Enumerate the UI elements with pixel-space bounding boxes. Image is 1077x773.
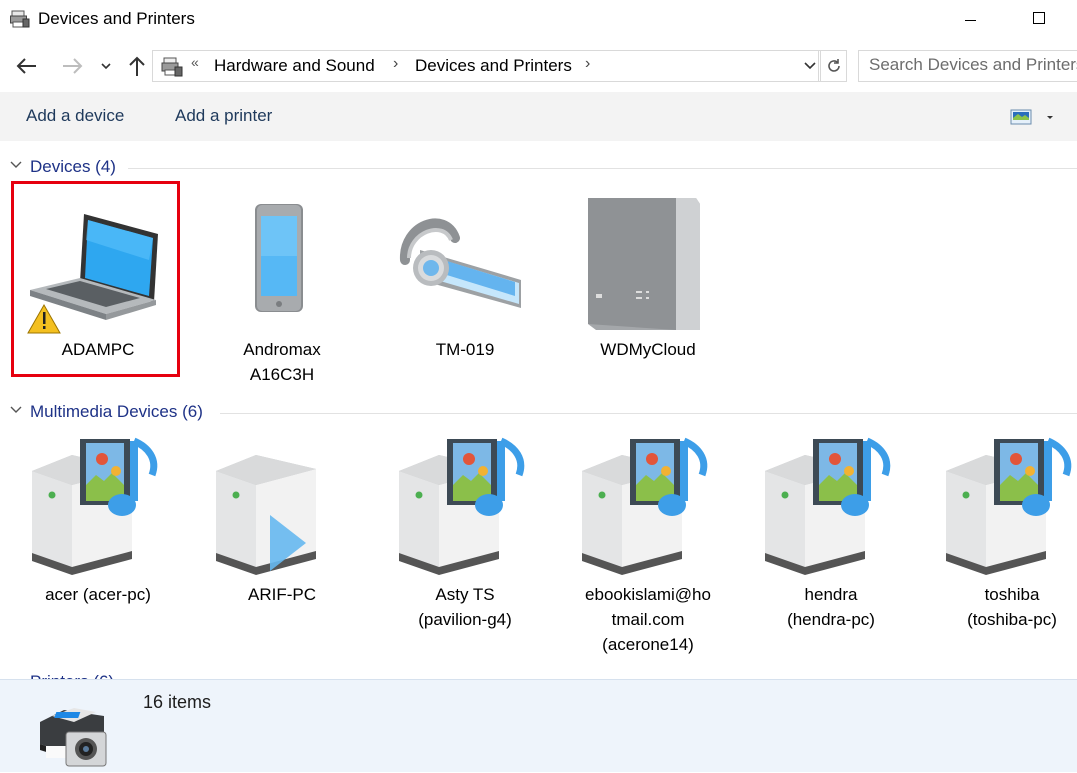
group-divider — [128, 168, 1077, 169]
recent-locations-chevron-icon[interactable] — [92, 50, 120, 82]
maximize-button[interactable] — [1022, 6, 1058, 34]
title-bar: Devices and Printers — [0, 0, 1077, 40]
device-label: WDMyCloud — [600, 340, 696, 359]
breadcrumb-hardware-and-sound[interactable]: Hardware and Sound — [214, 56, 375, 76]
devices-printers-icon — [161, 57, 183, 77]
add-printer-button[interactable]: Add a printer — [175, 106, 272, 126]
add-device-button[interactable]: Add a device — [26, 106, 124, 126]
search-input[interactable] — [859, 51, 1077, 79]
media-server-icon — [741, 435, 921, 585]
breadcrumb-overflow[interactable]: « — [191, 54, 199, 70]
devices-group-header[interactable]: Devices (4) — [8, 157, 1077, 179]
group-label: Devices (4) — [30, 157, 116, 176]
media-device-label: Asty TS (pavilion-g4) — [418, 585, 512, 629]
media-device-label: ARIF-PC — [248, 585, 316, 604]
back-arrow-icon[interactable] — [12, 50, 42, 82]
media-server-icon — [922, 435, 1077, 585]
media-device-label: hendra (hendra-pc) — [787, 585, 875, 629]
nas-drive-icon — [558, 190, 738, 340]
breadcrumb-devices-and-printers[interactable]: Devices and Printers — [415, 56, 572, 76]
printer-camera-icon — [30, 702, 116, 768]
change-view-button[interactable] — [1010, 107, 1060, 129]
view-options-icon — [1010, 109, 1053, 125]
collapse-chevron-icon[interactable] — [10, 403, 22, 417]
address-dropdown-chevron-icon[interactable] — [800, 50, 820, 82]
forward-arrow-icon[interactable] — [57, 50, 87, 82]
group-divider — [220, 413, 1077, 414]
up-arrow-icon[interactable] — [122, 50, 152, 82]
multimedia-group-header[interactable]: Multimedia Devices (6) — [8, 402, 1077, 424]
device-label: Andromax A16C3H — [243, 340, 321, 384]
media-server-icon — [558, 435, 738, 585]
headset-icon — [375, 190, 555, 340]
device-label: TM-019 — [435, 340, 495, 359]
item-count: 16 items — [143, 692, 212, 712]
refresh-icon[interactable] — [820, 50, 847, 82]
address-bar[interactable]: « Hardware and Sound › Devices and Print… — [152, 50, 819, 82]
media-server-icon — [375, 435, 555, 585]
breadcrumb-chevron-icon[interactable]: › — [585, 55, 590, 73]
command-bar: Add a device Add a printer — [0, 92, 1077, 141]
search-box[interactable] — [858, 50, 1077, 82]
details-pane: 16 items — [0, 679, 1077, 772]
phone-icon — [192, 190, 372, 340]
media-server-icon — [8, 435, 188, 585]
media-device-label: acer (acer-pc) — [45, 585, 151, 604]
minimize-button[interactable] — [952, 6, 988, 34]
breadcrumb-chevron-icon[interactable]: › — [393, 55, 398, 73]
media-device-label: ebookislami@ho tmail.com (acerone14) — [585, 585, 711, 654]
collapse-chevron-icon[interactable] — [10, 158, 22, 172]
media-player-server-icon — [192, 435, 372, 585]
device-label: ADAMPC — [61, 340, 135, 359]
group-label: Multimedia Devices (6) — [30, 402, 203, 421]
media-device-label: toshiba (toshiba-pc) — [967, 585, 1057, 629]
devices-printers-icon — [10, 10, 30, 28]
laptop-warning-icon — [8, 190, 188, 340]
window-title: Devices and Printers — [38, 9, 195, 28]
